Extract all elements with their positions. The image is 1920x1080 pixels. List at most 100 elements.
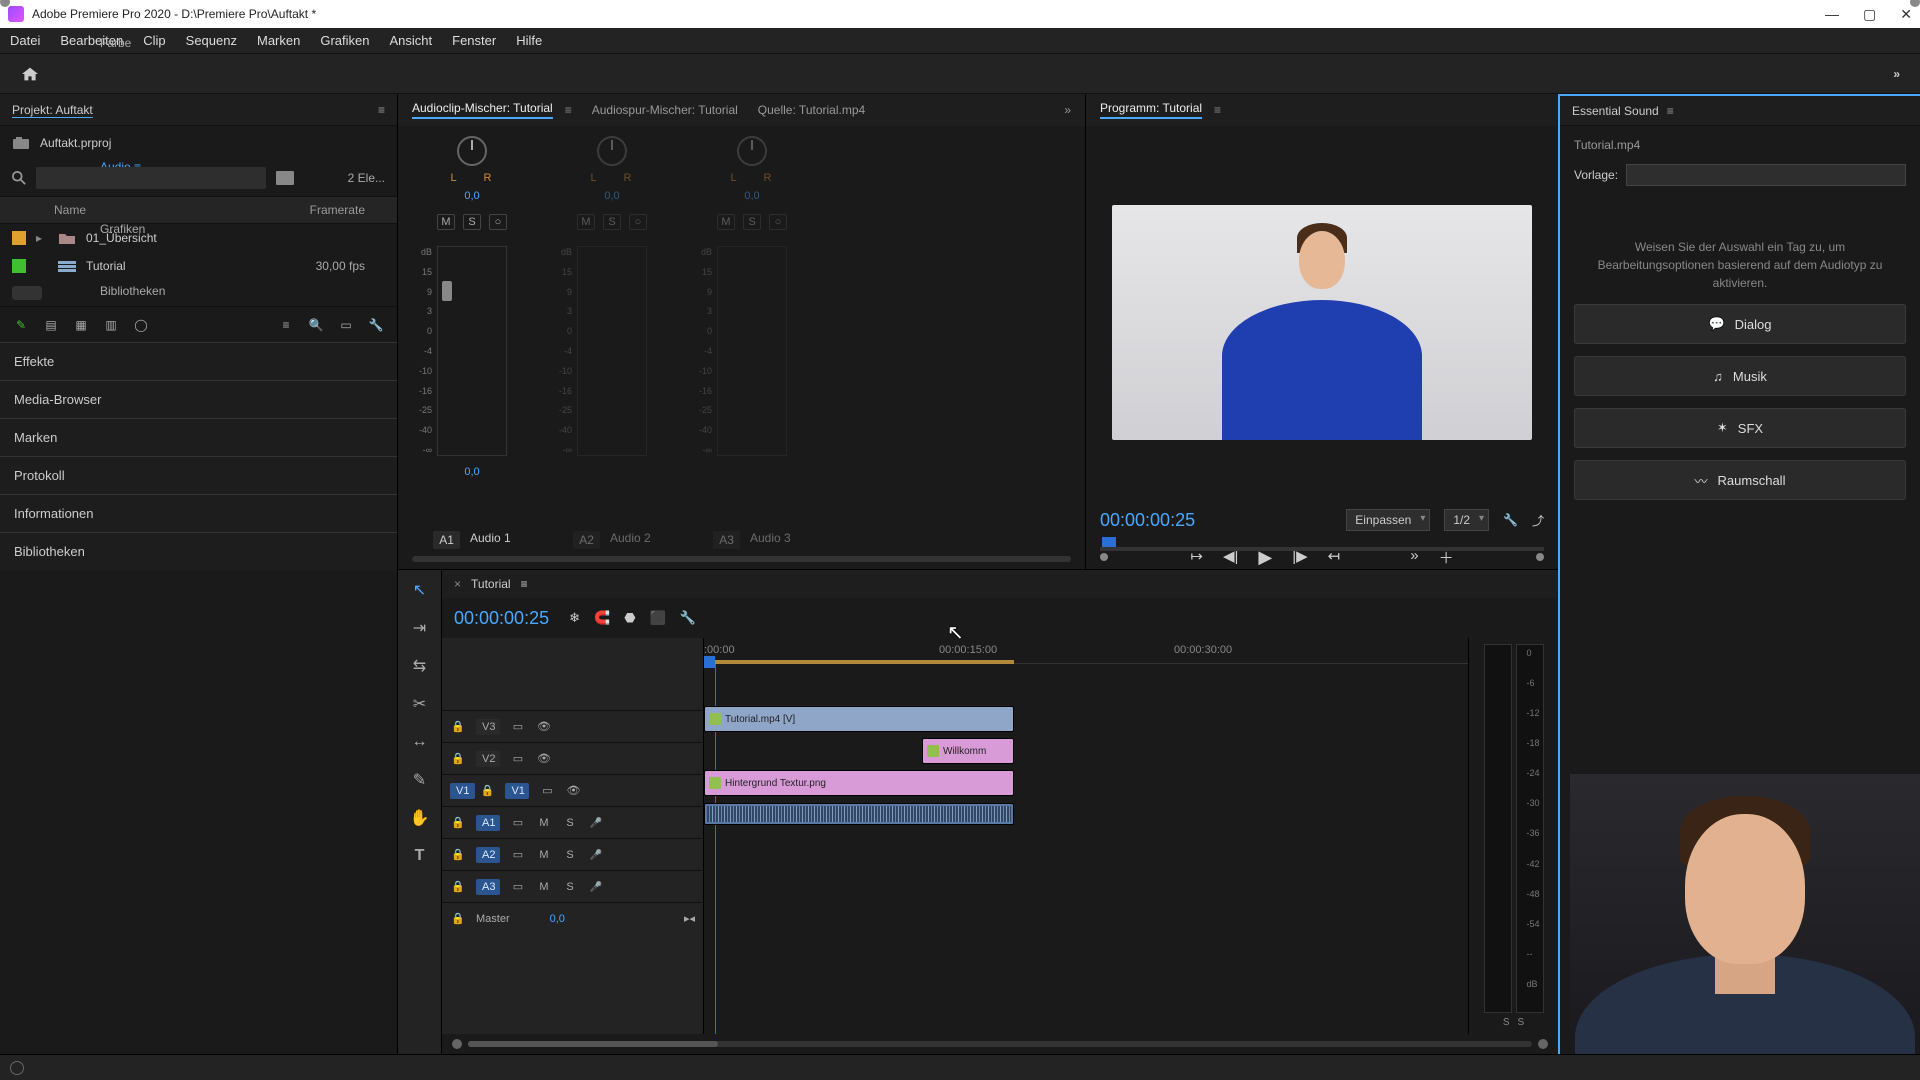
pan-knob[interactable] <box>457 136 487 166</box>
icon-view-icon[interactable]: ▦ <box>72 316 90 334</box>
timeline-zoom-scroll[interactable] <box>442 1034 1558 1054</box>
solo-button[interactable]: S <box>562 881 578 893</box>
es-tag-raumschall[interactable]: 〰Raumschall <box>1574 460 1906 500</box>
col-framerate[interactable]: Framerate <box>310 203 365 217</box>
solo-r[interactable]: S <box>1518 1017 1525 1028</box>
insert-icon[interactable]: ⬛ <box>650 610 666 626</box>
program-timecode[interactable]: 00:00:00:25 <box>1100 510 1195 531</box>
sync-lock-icon[interactable]: ▭ <box>510 752 526 765</box>
sync-lock-icon[interactable]: ▭ <box>539 784 555 797</box>
settings-icon[interactable]: 🔧 <box>1503 513 1518 527</box>
voiceover-icon[interactable] <box>588 849 604 861</box>
lock-icon[interactable]: 🔒 <box>450 880 466 893</box>
track-header-A2[interactable]: 🔒 A2 ▭ M S <box>442 838 703 870</box>
auto-scale-icon[interactable]: ◯ <box>132 316 150 334</box>
voiceover-icon[interactable] <box>588 881 604 893</box>
panel-protokoll[interactable]: Protokoll <box>0 456 397 494</box>
panel-media-browser[interactable]: Media-Browser <box>0 380 397 418</box>
panel-effekte[interactable]: Effekte <box>0 342 397 380</box>
settings-icon[interactable]: 🔧 <box>367 316 385 334</box>
toggle-output-icon[interactable] <box>536 720 552 733</box>
home-icon[interactable] <box>20 66 40 82</box>
track-header-master[interactable]: 🔒 Master 0,0 ▸◂ <box>442 902 703 934</box>
channel-tag[interactable]: A2 <box>573 531 600 549</box>
work-area-bar[interactable] <box>704 660 1014 664</box>
panel-marken[interactable]: Marken <box>0 418 397 456</box>
lock-icon[interactable]: 🔒 <box>450 912 466 925</box>
record-button[interactable]: ○ <box>629 214 647 230</box>
track-header-A1[interactable]: 🔒 A1 ▭ M S <box>442 806 703 838</box>
track-header-V3[interactable]: 🔒 V3 ▭ <box>442 710 703 742</box>
menu-datei[interactable]: Datei <box>10 33 40 48</box>
toggle-output-icon[interactable] <box>565 784 581 797</box>
slip-tool-icon[interactable]: ↔ <box>408 730 432 754</box>
ripple-tool-icon[interactable]: ⇆ <box>408 654 432 678</box>
es-preset-dropdown[interactable] <box>1626 164 1906 186</box>
workspace-farbe[interactable]: Farbe <box>100 36 1873 50</box>
lock-icon[interactable]: 🔒 <box>450 848 466 861</box>
track-target[interactable]: A1 <box>476 815 500 831</box>
tabs-overflow[interactable]: » <box>1064 103 1071 117</box>
channel-name[interactable]: Audio 3 <box>750 531 791 549</box>
pen-tool-icon[interactable]: ✎ <box>408 768 432 792</box>
solo-button[interactable]: S <box>562 849 578 861</box>
pan-knob[interactable] <box>597 136 627 166</box>
project-panel-title[interactable]: Projekt: Auftakt <box>12 103 93 117</box>
tab-audiospurmixer[interactable]: Audiospur-Mischer: Tutorial <box>592 103 738 117</box>
mute-button[interactable]: M <box>577 214 595 230</box>
sort-icon[interactable]: ≡ <box>277 316 295 334</box>
playhead-indicator[interactable] <box>704 656 715 668</box>
track-target[interactable]: A2 <box>476 847 500 863</box>
clip-a1[interactable] <box>704 803 1014 825</box>
program-fit-dropdown[interactable]: Einpassen <box>1346 509 1430 531</box>
sync-lock-icon[interactable]: ▭ <box>510 720 526 733</box>
tab-audioclipmixer[interactable]: Audioclip-Mischer: Tutorial≡ <box>412 101 572 119</box>
clip-v1[interactable]: Hintergrund Textur.png <box>704 770 1014 796</box>
close-sequence-icon[interactable]: × <box>454 577 461 591</box>
solo-button[interactable]: S <box>743 214 761 230</box>
linked-sel-icon[interactable]: 🧲 <box>594 610 610 626</box>
expand-icon[interactable]: ▸◂ <box>684 912 695 925</box>
source-patch[interactable]: V1 <box>450 783 475 799</box>
find-icon[interactable]: 🔍 <box>307 316 325 334</box>
pan-value[interactable]: 0,0 <box>464 190 479 202</box>
track-header-A3[interactable]: 🔒 A3 ▭ M S <box>442 870 703 902</box>
channel-name[interactable]: Audio 2 <box>610 531 651 549</box>
tab-program[interactable]: Programm: Tutorial≡ <box>1100 101 1221 119</box>
panel-bibliotheken[interactable]: Bibliotheken <box>0 532 397 570</box>
channel-tag[interactable]: A3 <box>713 531 740 549</box>
panel-informationen[interactable]: Informationen <box>0 494 397 532</box>
mute-button[interactable]: M <box>717 214 735 230</box>
es-tag-dialog[interactable]: 💬Dialog <box>1574 304 1906 344</box>
mute-button[interactable]: M <box>536 817 552 829</box>
razor-tool-icon[interactable]: ✂ <box>408 692 432 716</box>
channel-tag[interactable]: A1 <box>433 531 460 549</box>
track-select-tool-icon[interactable]: ⇥ <box>408 616 432 640</box>
lock-icon[interactable]: 🔒 <box>479 784 495 797</box>
mute-button[interactable]: M <box>536 881 552 893</box>
type-tool-icon[interactable]: T <box>408 844 432 868</box>
program-res-dropdown[interactable]: 1/2 <box>1444 509 1489 531</box>
voiceover-icon[interactable] <box>588 817 604 829</box>
pan-value[interactable]: 0,0 <box>744 190 759 202</box>
clip-v3[interactable]: Tutorial.mp4 [V] <box>704 706 1014 732</box>
track-header-V1[interactable]: V1 🔒 V1 ▭ <box>442 774 703 806</box>
selection-tool-icon[interactable]: ↖ <box>408 578 432 602</box>
tab-quelle[interactable]: Quelle: Tutorial.mp4 <box>758 103 865 117</box>
master-value[interactable]: 0,0 <box>550 913 565 925</box>
solo-button[interactable]: S <box>463 214 481 230</box>
es-tag-musik[interactable]: ♫Musik <box>1574 356 1906 396</box>
sequence-name[interactable]: Tutorial <box>471 577 511 591</box>
time-ruler[interactable]: :00:0000:00:15:0000:00:30:00 <box>704 638 1468 664</box>
track-target[interactable]: A3 <box>476 879 500 895</box>
solo-button[interactable]: S <box>603 214 621 230</box>
pan-knob[interactable] <box>737 136 767 166</box>
lock-icon[interactable]: 🔒 <box>450 752 466 765</box>
lock-icon[interactable]: 🔒 <box>450 816 466 829</box>
track-header-V2[interactable]: 🔒 V2 ▭ <box>442 742 703 774</box>
solo-button[interactable]: S <box>562 817 578 829</box>
workspace-overflow[interactable]: » <box>1893 67 1900 81</box>
status-icon[interactable] <box>10 1061 24 1075</box>
volume-fader[interactable] <box>442 281 452 301</box>
snap-icon[interactable]: ❄ <box>569 610 580 626</box>
